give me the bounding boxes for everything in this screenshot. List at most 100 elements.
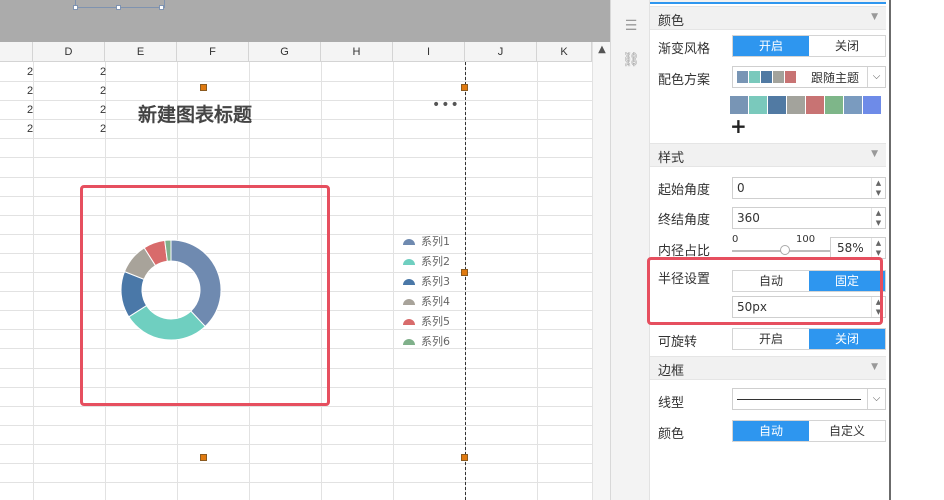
slider-knob[interactable] [780, 245, 790, 255]
cell-value[interactable]: 2 [100, 104, 106, 116]
legend-item[interactable]: 系列1 [403, 232, 450, 252]
col-f[interactable]: F [177, 42, 249, 62]
line-type-select[interactable]: ⌵ [732, 388, 886, 410]
col-k[interactable]: K [537, 42, 592, 62]
legend-item[interactable]: 系列4 [403, 292, 450, 312]
cell-value[interactable]: 2 [100, 66, 106, 78]
cell-value[interactable]: 2 [100, 85, 106, 97]
more-options-icon[interactable]: ••• [432, 97, 460, 113]
resize-handle[interactable] [461, 454, 468, 461]
grid-row-line [0, 100, 592, 101]
legend-item[interactable]: 系列6 [403, 332, 450, 352]
cell-value[interactable]: 2 [100, 123, 106, 135]
palette-swatch[interactable] [768, 96, 786, 114]
border-auto-button[interactable]: 自动 [733, 421, 809, 441]
chevron-down-icon[interactable]: ⌵ [867, 67, 885, 87]
chevron-down-icon[interactable]: ⌵ [867, 389, 885, 409]
grid-row-line [0, 463, 592, 464]
scheme-swatches [737, 71, 797, 83]
col-g[interactable]: G [249, 42, 321, 62]
vertical-scrollbar[interactable]: ▲ [592, 42, 610, 500]
col-h[interactable]: H [321, 42, 393, 62]
color-palette [730, 96, 882, 114]
border-color-toggle: 自动 自定义 [732, 420, 886, 442]
start-angle-input[interactable]: 0 ▲ ▼ [732, 177, 886, 199]
col-d[interactable]: D [33, 42, 105, 62]
resize-handle[interactable] [461, 84, 468, 91]
collapse-icon: ▼ [871, 149, 878, 159]
legend-item[interactable]: 系列2 [403, 252, 450, 272]
legend-swatch [403, 239, 415, 245]
resize-handle[interactable] [461, 269, 468, 276]
rotate-off-button[interactable]: 关闭 [809, 329, 885, 349]
palette-swatch[interactable] [825, 96, 843, 114]
grid-col-line [33, 62, 34, 500]
grid-row-line [0, 425, 592, 426]
add-color-icon[interactable]: + [730, 114, 747, 138]
palette-swatch[interactable] [749, 96, 767, 114]
palette-swatch[interactable] [863, 96, 881, 114]
grid-row-line [0, 406, 592, 407]
legend-swatch [403, 279, 415, 285]
inner-radius-input[interactable]: 58% ▲ ▼ [830, 237, 886, 259]
col-e[interactable]: E [105, 42, 177, 62]
scheme-value: 跟随主题 [811, 71, 860, 85]
cell-value[interactable]: 2 [27, 66, 33, 78]
section-border[interactable]: 边框 ▼ [650, 356, 886, 380]
grid-row-line [0, 482, 592, 483]
chart-title[interactable]: 新建图表标题 [138, 100, 252, 127]
palette-swatch[interactable] [806, 96, 824, 114]
palette-swatch[interactable] [787, 96, 805, 114]
chart-highlight-box [80, 185, 330, 406]
border-color-label: 颜色 [658, 427, 685, 442]
color-scheme-label: 配色方案 [658, 73, 711, 88]
spinner-icon[interactable]: ▲ ▼ [871, 238, 885, 258]
layers-icon[interactable]: ☰ [621, 18, 641, 34]
start-angle-label: 起始角度 [658, 183, 711, 198]
column-header: D E F G H I J K [0, 42, 592, 62]
top-strip [0, 0, 610, 42]
rotate-on-button[interactable]: 开启 [733, 329, 809, 349]
scroll-up-icon[interactable]: ▲ [593, 44, 611, 55]
border-custom-button[interactable]: 自定义 [809, 421, 885, 441]
col-j[interactable]: J [465, 42, 537, 62]
col-i[interactable]: I [393, 42, 465, 62]
color-scheme-select[interactable]: 跟随主题 ⌵ [732, 66, 886, 88]
legend-swatch [403, 259, 415, 265]
cell-value[interactable]: 2 [27, 104, 33, 116]
side-toolbar: ☰ ⛓ [610, 0, 649, 500]
end-angle-input[interactable]: 360 ▲ ▼ [732, 207, 886, 229]
cell-value[interactable]: 2 [27, 85, 33, 97]
legend-swatch [403, 319, 415, 325]
spinner-icon[interactable]: ▲ ▼ [871, 178, 885, 198]
palette-swatch[interactable] [844, 96, 862, 114]
legend-item[interactable]: 系列5 [403, 312, 450, 332]
grid-row-line [0, 157, 592, 158]
collapse-icon: ▼ [871, 362, 878, 372]
col-blank [0, 42, 33, 62]
section-color[interactable]: 颜色 ▼ [650, 6, 886, 30]
solid-line-sample [737, 399, 861, 400]
chart-bound-dashed-line [465, 62, 466, 500]
inner-radius-slider[interactable]: 0 100 [732, 234, 830, 258]
spinner-icon[interactable]: ▲ ▼ [871, 208, 885, 228]
gradient-off-button[interactable]: 关闭 [809, 36, 885, 56]
gradient-label: 渐变风格 [658, 42, 711, 57]
section-style[interactable]: 样式 ▼ [650, 143, 886, 167]
gradient-on-button[interactable]: 开启 [733, 36, 809, 56]
resize-handle[interactable] [200, 84, 207, 91]
gradient-toggle: 开启 关闭 [732, 35, 886, 57]
property-panel: 颜色 ▼ 渐变风格 开启 关闭 配色方案 跟随主题 ⌵ + 样式 ▼ 起始角度 … [649, 0, 889, 500]
grid-col-line [537, 62, 538, 500]
cell-value[interactable]: 2 [27, 123, 33, 135]
palette-swatch[interactable] [730, 96, 748, 114]
legend-swatch [403, 339, 415, 345]
resize-handle[interactable] [200, 454, 207, 461]
spreadsheet[interactable]: D E F G H I J K 2 2 2 2 2 2 2 2 新建图表标题 •… [0, 42, 610, 500]
panel-edge [889, 0, 944, 500]
link-icon[interactable]: ⛓ [621, 52, 641, 68]
legend-item[interactable]: 系列3 [403, 272, 450, 292]
end-angle-label: 终结角度 [658, 213, 711, 228]
line-type-label: 线型 [658, 396, 685, 411]
panel-tab-strip [650, 0, 886, 4]
